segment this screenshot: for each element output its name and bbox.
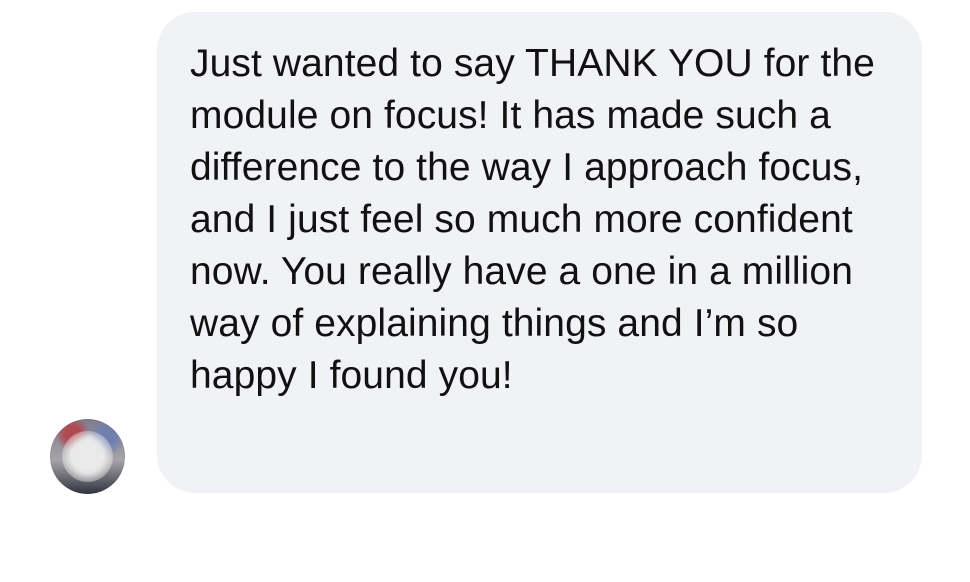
message-bubble[interactable]: Just wanted to say THANK YOU for the mod… <box>157 12 922 493</box>
avatar[interactable] <box>50 419 125 494</box>
message-text: Just wanted to say THANK YOU for the mod… <box>190 42 875 397</box>
chat-thread: Just wanted to say THANK YOU for the mod… <box>0 0 970 582</box>
avatar-blur-overlay <box>62 431 113 482</box>
